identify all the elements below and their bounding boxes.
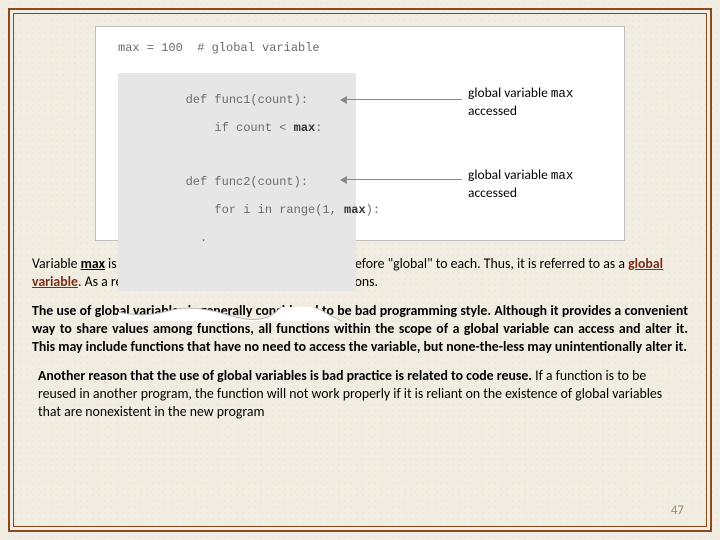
annot-text: accessed [468,102,517,119]
code-line: . [186,231,208,245]
code-figure: max = 100 # global variable def func1(co… [95,26,625,241]
code-line: def func2(count): [186,175,308,189]
slide-inner-frame: max = 100 # global variable def func1(co… [13,13,707,527]
code-block-func2: def func2(count): for i in range(1, max)… [118,155,356,291]
code-line-post: ): [366,203,380,217]
torn-edge [118,279,356,293]
var-max: max [81,255,105,272]
code-var-max: max [294,121,316,135]
code-global-decl: max = 100 # global variable [118,41,320,55]
text: Variable [32,255,81,272]
text-bold: Another reason that the use of global va… [38,367,532,384]
code-line-post: : [315,121,322,135]
code-line-pre: if count < [186,121,294,135]
annot-mono: max [551,87,574,101]
annotation-1: global variable max accessed [468,85,573,120]
arrow-icon [346,99,462,100]
code-line-pre: for i in range(1, [186,203,344,217]
page-number: 47 [671,503,684,518]
code-var-max: max [344,203,366,217]
annotation-2: global variable max accessed [468,167,573,202]
slide-outer-frame: max = 100 # global variable def func1(co… [8,8,712,532]
code-line: def func1(count): [186,93,308,107]
paragraph-3: Another reason that the use of global va… [32,367,688,420]
annot-text: global variable [468,84,551,101]
annot-text: global variable [468,166,551,183]
annot-mono: max [551,169,574,183]
annot-text: accessed [468,184,517,201]
paragraph-2: The use of global variables is generally… [32,302,688,355]
arrow-icon [346,179,462,180]
